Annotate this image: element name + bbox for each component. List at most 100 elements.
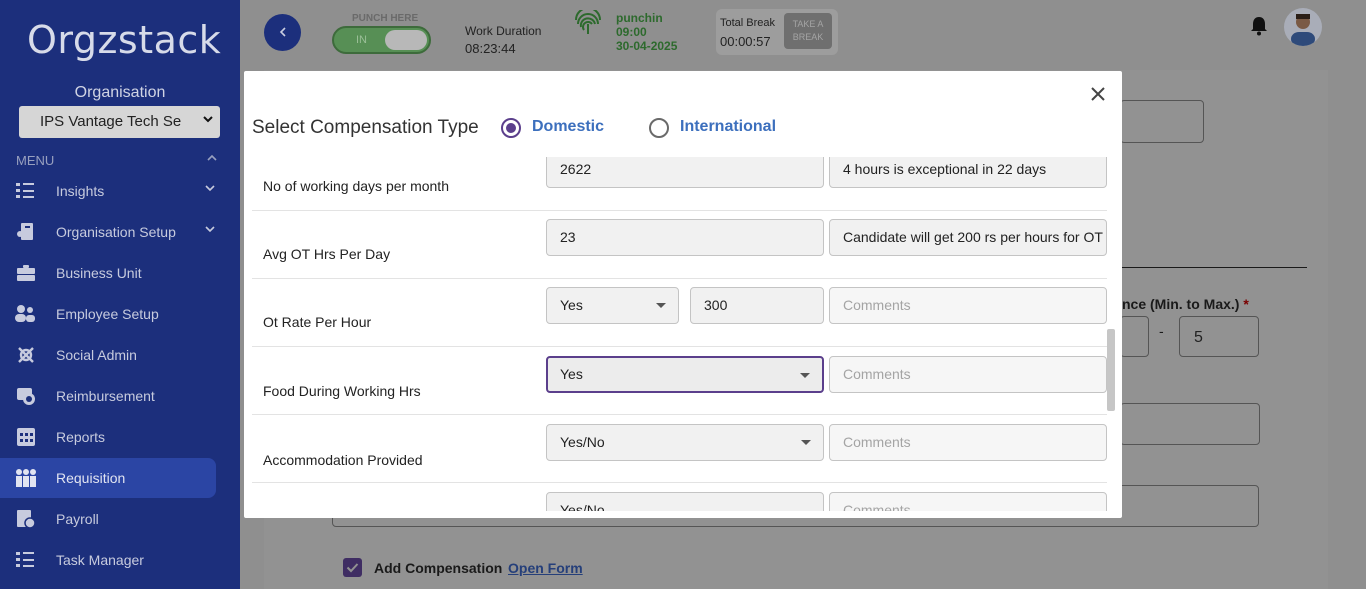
sidebar-item-business-unit[interactable]: Business Unit — [0, 253, 216, 293]
food-select[interactable]: Yes — [546, 356, 824, 393]
field-placeholder: Comments — [843, 366, 911, 382]
org-setup-icon — [15, 222, 37, 242]
punchin-info: punchin 09:00 30-04-2025 — [616, 11, 677, 53]
background-input — [1120, 403, 1260, 445]
tolerance-label: nce (Min. to Max.) * — [1122, 296, 1249, 312]
tolerance-label-text: nce (Min. to Max.) — [1122, 296, 1240, 312]
range-max-value: 5 — [1194, 329, 1203, 346]
add-compensation-label: Add Compensation — [374, 560, 503, 576]
accommodation-comment[interactable]: Comments — [829, 424, 1107, 461]
menu-label: MENU — [16, 153, 55, 168]
organisation-select-value: IPS Vantage Tech Se — [40, 113, 182, 130]
range-min-field — [1120, 316, 1149, 357]
modal-scrollbar[interactable] — [1107, 329, 1115, 411]
row-label: Food During Working Hrs — [263, 383, 421, 399]
form-row: Accommodation Provided Yes/No Comments — [252, 415, 1107, 483]
compensation-modal: Select Compensation Type Domestic Intern… — [244, 71, 1122, 518]
sidebar-item-task-manager[interactable]: Task Manager — [0, 540, 216, 580]
sidebar-item-label: Payroll — [56, 511, 99, 527]
sidebar-item-label: Requisition — [56, 470, 126, 486]
sidebar-item-social-admin[interactable]: Social Admin — [0, 335, 216, 375]
open-form-link[interactable]: Open Form — [508, 560, 583, 576]
organisation-label: Organisation — [74, 84, 166, 101]
select-value: Yes/No — [560, 434, 605, 450]
next-select[interactable]: Yes/No — [546, 492, 824, 511]
food-comment[interactable]: Comments — [829, 356, 1107, 393]
domestic-radio[interactable] — [501, 118, 521, 138]
briefcase-icon — [15, 263, 37, 283]
sidebar-item-requisition[interactable]: Requisition — [0, 458, 216, 498]
select-value: Yes — [560, 297, 583, 313]
close-icon[interactable] — [1087, 83, 1109, 105]
take-break-line: BREAK — [792, 32, 824, 42]
dropdown-arrow-icon — [801, 440, 811, 445]
ot-rate-comment[interactable]: Comments — [829, 287, 1107, 324]
working-days-comment[interactable]: 4 hours is exceptional in 22 days — [829, 157, 1107, 188]
international-radio[interactable] — [649, 118, 669, 138]
chevron-left-icon — [278, 25, 288, 41]
payroll-icon — [15, 509, 37, 529]
accommodation-select[interactable]: Yes/No — [546, 424, 824, 461]
range-separator: - — [1159, 323, 1164, 339]
requisition-icon — [15, 468, 37, 488]
required-mark: * — [1243, 296, 1249, 312]
sidebar-item-label: Social Admin — [56, 347, 137, 363]
organisation-select[interactable]: IPS Vantage Tech Se — [19, 106, 220, 138]
chevron-down-icon — [202, 112, 214, 128]
international-radio-label[interactable]: International — [680, 118, 776, 136]
punch-toggle[interactable]: IN — [332, 26, 431, 54]
next-comment[interactable]: Comments — [829, 492, 1107, 511]
sidebar-item-employee-setup[interactable]: Employee Setup — [0, 294, 216, 334]
toggle-knob — [385, 30, 427, 50]
reimbursement-icon — [15, 386, 37, 406]
task-icon — [15, 550, 37, 570]
punchin-label: punchin — [616, 11, 663, 25]
select-value: Yes — [560, 366, 583, 382]
add-compensation-checkbox[interactable] — [343, 558, 362, 577]
domestic-radio-label[interactable]: Domestic — [532, 118, 604, 136]
sidebar: Orgzstack Organisation IPS Vantage Tech … — [0, 0, 240, 589]
work-duration-value: 08:23:44 — [465, 41, 516, 56]
sidebar-item-insights[interactable]: Insights — [0, 171, 216, 211]
compensation-form: No of working days per month 2622 4 hour… — [252, 157, 1109, 511]
sidebar-item-label: Reimbursement — [56, 388, 155, 404]
insights-icon — [15, 181, 37, 201]
app-logo[interactable]: Orgzstack — [27, 18, 221, 62]
chevron-down-icon — [204, 224, 216, 237]
ot-rate-input[interactable]: 300 — [690, 287, 824, 324]
divider — [1122, 267, 1307, 268]
sidebar-item-label: Reports — [56, 429, 106, 445]
bell-icon[interactable] — [1250, 16, 1268, 41]
modal-title: Select Compensation Type — [252, 117, 479, 138]
background-input — [1120, 100, 1204, 143]
collapse-sidebar-button[interactable] — [264, 14, 301, 51]
sidebar-item-label: Insights — [56, 183, 105, 199]
chevron-down-icon — [204, 183, 216, 196]
people-icon — [15, 304, 37, 324]
ot-rate-select[interactable]: Yes — [546, 287, 679, 324]
field-placeholder: Comments — [843, 297, 911, 313]
dropdown-arrow-icon — [800, 373, 810, 378]
field-value: 2622 — [560, 161, 592, 177]
chevron-up-icon[interactable] — [206, 152, 218, 166]
take-break-button[interactable]: TAKE A BREAK — [784, 13, 832, 49]
take-break-line: TAKE A — [792, 19, 824, 29]
total-break-panel: Total Break 00:00:57 TAKE A BREAK — [716, 9, 838, 55]
avg-ot-hrs-input[interactable]: 23 — [546, 219, 824, 256]
form-row: Yes/No Comments — [252, 483, 1107, 511]
sidebar-item-payroll[interactable]: Payroll — [0, 499, 216, 539]
form-row: Ot Rate Per Hour Yes 300 Comments — [252, 279, 1107, 347]
sidebar-item-organisation-setup[interactable]: Organisation Setup — [0, 212, 216, 252]
dropdown-arrow-icon — [656, 303, 666, 308]
sidebar-item-reimbursement[interactable]: Reimbursement — [0, 376, 216, 416]
social-icon — [15, 345, 37, 365]
sidebar-item-reports[interactable]: Reports — [0, 417, 216, 457]
row-label: Ot Rate Per Hour — [263, 314, 372, 330]
avg-ot-hrs-comment[interactable]: Candidate will get 200 rs per hours for … — [829, 219, 1107, 256]
punchin-time: 09:00 — [616, 25, 647, 39]
work-duration-label: Work Duration — [465, 24, 542, 38]
total-break-value: 00:00:57 — [720, 34, 771, 49]
fingerprint-icon — [574, 7, 602, 38]
working-days-input[interactable]: 2622 — [546, 157, 824, 188]
avatar[interactable] — [1284, 8, 1322, 46]
